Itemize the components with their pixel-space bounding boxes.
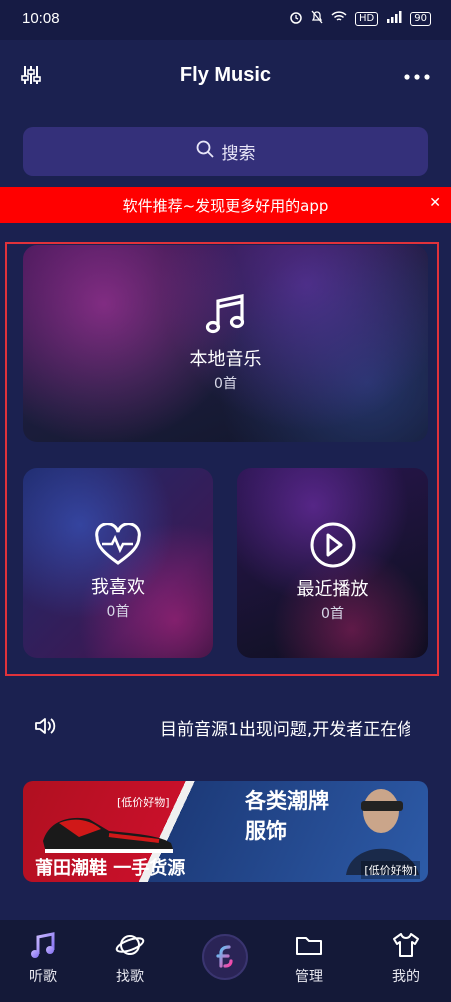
local-music-count: 0首 [214,376,237,392]
search-label: 搜索 [221,144,256,164]
ad-banner[interactable]: [低价好物] 莆田潮鞋 一手货源 各类潮牌 服饰 [低价好物] [23,781,428,882]
planet-icon [115,935,145,955]
music-notes-icon [205,294,244,334]
center-play-button[interactable] [202,934,248,980]
recent-played-label: 最近播放 [296,579,369,600]
hd-icon: HD [355,11,379,26]
status-time: 10:08 [22,10,60,27]
tab-manage-label: 管理 [295,969,323,985]
app-logo-icon [216,945,233,968]
notice-marquee: 目前音源1出现问题,开发者正在修 [160,720,410,740]
search-icon [196,140,214,163]
tshirt-icon [393,933,419,957]
status-icons: HD 90 [289,10,431,27]
ad-left-text: 莆田潮鞋 一手货源 [35,858,186,879]
recent-played-card[interactable]: 最近播放 0首 [237,468,428,658]
signal-icon [386,11,402,26]
tab-mine-label: 我的 [392,969,420,985]
close-icon[interactable]: ✕ [429,195,441,211]
favorites-card[interactable]: 我喜欢 0首 [23,468,213,658]
promo-banner-text: 软件推荐~发现更多好用的app [122,196,329,215]
wifi-icon [331,11,347,26]
alarm-icon [289,10,303,27]
app-header: Fly Music [0,40,451,115]
tab-manage[interactable]: 管理 [274,930,344,986]
favorites-label: 我喜欢 [91,577,145,598]
battery-icon: 90 [410,11,431,26]
local-music-label: 本地音乐 [189,349,262,370]
play-circle-icon [310,522,355,568]
folder-icon [296,937,322,955]
speaker-icon [33,714,57,738]
local-music-card[interactable]: 本地音乐 0首 [23,245,428,442]
promo-banner[interactable]: 软件推荐~发现更多好用的app ✕ [0,187,451,223]
recent-played-count: 0首 [321,606,344,622]
favorites-count: 0首 [106,604,130,620]
more-options-icon[interactable] [403,62,431,87]
ad-badge-right: [低价好物] [361,861,420,879]
mute-icon [311,10,323,27]
music-note-icon [31,932,55,958]
ad-right-title-1: 各类潮牌 [245,789,329,813]
tab-find-label: 找歌 [116,969,144,985]
tab-find[interactable]: 找歌 [95,930,165,986]
status-bar: 10:08 HD 90 [0,0,451,40]
ad-right-title-2: 服饰 [245,819,287,843]
tab-listen[interactable]: 听歌 [8,930,78,986]
heart-pulse-icon [95,523,141,565]
tab-listen-label: 听歌 [29,969,57,985]
search-bar[interactable]: 搜索 [23,127,428,176]
tab-mine[interactable]: 我的 [371,930,441,986]
ad-badge-left: [低价好物] [117,796,170,809]
app-title: Fly Music [179,64,272,86]
sneaker-icon [39,811,179,859]
